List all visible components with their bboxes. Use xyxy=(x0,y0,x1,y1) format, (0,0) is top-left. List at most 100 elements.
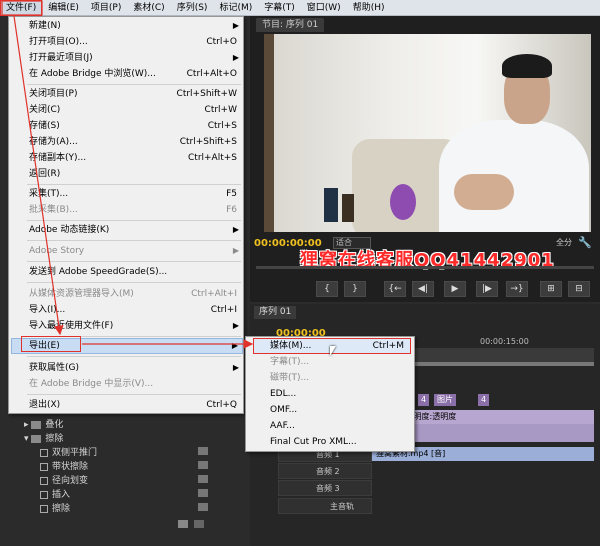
wrench-icon[interactable]: 🔧 xyxy=(578,236,592,249)
submenu-arrow-icon: ▶ xyxy=(232,321,239,330)
vase xyxy=(342,194,354,222)
menu-shortcut: Ctrl+Alt+O xyxy=(186,69,237,79)
menu-help[interactable]: 帮助(H) xyxy=(347,0,391,16)
mark-out-button[interactable]: } xyxy=(344,281,366,297)
export-highlight-box xyxy=(21,336,81,352)
menu-item-capture[interactable]: 采集(T)... F5 xyxy=(29,187,243,201)
menu-item-reveal-bridge[interactable]: 在 Adobe Bridge 中显示(V)... xyxy=(29,377,243,391)
menu-item-label: Final Cut Pro XML... xyxy=(270,437,357,447)
menu-item-label: 在 Adobe Bridge 中显示(V)... xyxy=(29,379,154,389)
menu-edit[interactable]: 编辑(E) xyxy=(42,0,85,16)
mark-in-button[interactable]: { xyxy=(316,281,338,297)
menu-item-label: 媒体(M)... xyxy=(270,341,312,351)
tree-item[interactable]: 径向划变 xyxy=(40,473,88,486)
tree-label: 插入 xyxy=(52,490,71,500)
menu-item-batch-capture[interactable]: 批采集(B)... F6 xyxy=(29,203,243,217)
track-label: 主音轨 xyxy=(330,502,354,511)
clip[interactable]: 4 xyxy=(478,394,490,406)
menu-title[interactable]: 字幕(T) xyxy=(258,0,301,16)
play-button[interactable]: ▶ xyxy=(444,281,466,297)
tree-item[interactable]: 双侧平推门 xyxy=(40,445,97,458)
transition-icon xyxy=(40,476,48,485)
menu-item-get-properties[interactable]: 获取属性(G) ▶ xyxy=(29,361,243,375)
program-monitor-tab[interactable]: 节目: 序列 01 xyxy=(256,18,325,32)
submenu-arrow-icon: ▶ xyxy=(231,341,238,350)
menu-separator xyxy=(27,261,241,262)
master-track-header[interactable] xyxy=(278,498,372,514)
menu-item-close-project[interactable]: 关闭项目(P) Ctrl+Shift+W xyxy=(29,87,243,101)
menu-item-dynamic-link[interactable]: Adobe 动态链接(K) ▶ xyxy=(29,223,243,237)
submenu-arrow-icon: ▶ xyxy=(232,363,239,372)
folder-icon xyxy=(31,434,42,443)
menu-item-import[interactable]: 导入(I)... Ctrl+I xyxy=(29,303,243,317)
tree-folder[interactable]: ▾ 擦除 xyxy=(24,431,63,444)
menu-window[interactable]: 窗口(W) xyxy=(301,0,347,16)
menu-item-speedgrade[interactable]: 发送到 Adobe SpeedGrade(S)... xyxy=(29,265,243,279)
menu-shortcut: Ctrl+Alt+S xyxy=(188,153,237,163)
submenu-item-omf[interactable]: OMF... xyxy=(270,403,410,417)
menu-project[interactable]: 项目(P) xyxy=(85,0,127,16)
menu-item-new[interactable]: 新建(N) ▶ xyxy=(29,19,243,33)
menu-item-label: 存储(S) xyxy=(29,121,60,131)
menu-sequence[interactable]: 序列(S) xyxy=(171,0,214,16)
track-label: 音频 3 xyxy=(316,484,340,493)
transition-icon xyxy=(40,504,48,513)
menu-item-label: 打开项目(O)... xyxy=(29,37,88,47)
menu-marker[interactable]: 标记(M) xyxy=(213,0,258,16)
menu-item-exit[interactable]: 退出(X) Ctrl+Q xyxy=(29,398,243,412)
menu-file[interactable]: 文件(F) xyxy=(0,0,43,16)
menu-item-adobe-story[interactable]: Adobe Story ▶ xyxy=(29,244,243,258)
menu-shortcut: Ctrl+M xyxy=(372,341,404,351)
submenu-arrow-icon: ▶ xyxy=(232,246,239,255)
menu-item-import-recent[interactable]: 导入最近使用文件(F) ▶ xyxy=(29,319,243,333)
tree-item[interactable]: 带状擦除 xyxy=(40,459,88,472)
extract-button[interactable]: ⊟ xyxy=(568,281,590,297)
menu-shortcut: Ctrl+Shift+W xyxy=(176,89,237,99)
tree-folder[interactable]: ▸ 叠化 xyxy=(24,417,63,430)
menu-item-import-media-browser[interactable]: 从媒体资源管理器导入(M) Ctrl+Alt+I xyxy=(29,287,243,301)
menu-item-open-project[interactable]: 打开项目(O)... Ctrl+O xyxy=(29,35,243,49)
menu-item-label: 磁带(T)... xyxy=(270,373,310,383)
menu-clip[interactable]: 素材(C) xyxy=(127,0,170,16)
timeline-tab[interactable]: 序列 01 xyxy=(254,306,297,319)
step-forward-button[interactable]: |▶ xyxy=(476,281,498,297)
clip[interactable]: 4 xyxy=(418,394,430,406)
submenu-item-aaf[interactable]: AAF... xyxy=(270,419,410,433)
go-to-in-button[interactable]: {← xyxy=(384,281,406,297)
menu-item-save-as[interactable]: 存储为(A)... Ctrl+Shift+S xyxy=(29,135,243,149)
menu-item-save[interactable]: 存储(S) Ctrl+S xyxy=(29,119,243,133)
menu-shortcut: Ctrl+W xyxy=(204,105,237,115)
new-bin-icon[interactable] xyxy=(178,520,188,528)
menu-item-browse-bridge[interactable]: 在 Adobe Bridge 中浏览(W)... Ctrl+Alt+O xyxy=(29,67,243,81)
submenu-arrow-icon: ▶ xyxy=(232,21,239,30)
menu-shortcut: Ctrl+O xyxy=(206,37,237,47)
delete-icon[interactable] xyxy=(194,520,204,528)
submenu-arrow-icon: ▶ xyxy=(232,53,239,62)
menu-item-revert[interactable]: 返回(R) xyxy=(29,167,243,181)
menu-item-open-recent[interactable]: 打开最近项目(J) ▶ xyxy=(29,51,243,65)
step-back-button[interactable]: ◀| xyxy=(412,281,434,297)
menu-item-label: 导入最近使用文件(F) xyxy=(29,321,114,331)
tree-label: 双侧平推门 xyxy=(52,448,98,458)
menu-item-label: Adobe 动态链接(K) xyxy=(29,225,110,235)
menu-item-close[interactable]: 关闭(C) Ctrl+W xyxy=(29,103,243,117)
go-to-out-button[interactable]: →} xyxy=(506,281,528,297)
menu-shortcut: F6 xyxy=(226,205,237,215)
file-menu-dropdown: 新建(N) ▶ 打开项目(O)... Ctrl+O 打开最近项目(J) ▶ 在 Ado… xyxy=(8,16,244,414)
menu-item-label: 退出(X) xyxy=(29,400,61,410)
menu-item-label: 存储副本(Y)... xyxy=(29,153,87,163)
menu-item-label: 在 Adobe Bridge 中浏览(W)... xyxy=(29,69,156,79)
submenu-item-fcp-xml[interactable]: Final Cut Pro XML... xyxy=(270,435,410,449)
tree-item[interactable]: 插入 xyxy=(40,487,70,500)
clip[interactable]: 图片 xyxy=(434,394,456,406)
submenu-item-tape[interactable]: 磁带(T)... xyxy=(270,371,410,385)
tree-item[interactable]: 擦除 xyxy=(40,501,70,514)
lift-button[interactable]: ⊞ xyxy=(540,281,562,297)
quality-select[interactable]: 全分 xyxy=(556,237,572,248)
menu-item-save-copy[interactable]: 存储副本(Y)... Ctrl+Alt+S xyxy=(29,151,243,165)
tree-label: 带状擦除 xyxy=(52,462,89,472)
mouse-cursor-icon xyxy=(330,346,336,356)
submenu-item-title[interactable]: 字幕(T)... xyxy=(270,355,410,369)
submenu-item-edl[interactable]: EDL... xyxy=(270,387,410,401)
scrub-bar[interactable] xyxy=(256,266,594,269)
